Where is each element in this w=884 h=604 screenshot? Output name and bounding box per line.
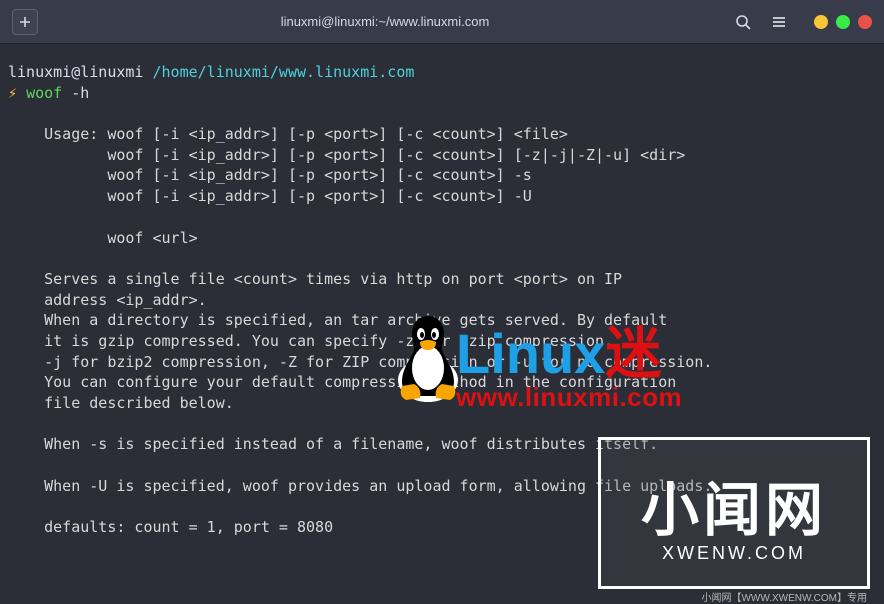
output-line: it is gzip compressed. You can specify -… (8, 332, 613, 350)
menu-icon[interactable] (768, 11, 790, 33)
output-line: woof [-i <ip_addr>] [-p <port>] [-c <cou… (8, 187, 532, 205)
window-title: linuxmi@linuxmi:~/www.linuxmi.com (46, 14, 724, 29)
maximize-button[interactable] (836, 15, 850, 29)
prompt-user: linuxmi@linuxmi (8, 63, 143, 81)
output-line: -j for bzip2 compression, -Z for ZIP com… (8, 353, 712, 371)
output-line: woof [-i <ip_addr>] [-p <port>] [-c <cou… (8, 166, 532, 184)
prompt-bolt-icon: ⚡ (8, 84, 17, 102)
output-line: Serves a single file <count> times via h… (8, 270, 622, 288)
output-line: When a directory is specified, an tar ar… (8, 311, 667, 329)
output-line: woof <url> (8, 229, 198, 247)
close-button[interactable] (858, 15, 872, 29)
minimize-button[interactable] (814, 15, 828, 29)
output-line: When -s is specified instead of a filena… (8, 435, 658, 453)
search-icon[interactable] (732, 11, 754, 33)
output-line: defaults: count = 1, port = 8080 (8, 518, 333, 536)
prompt-path: /home/linuxmi/www.linuxmi.com (153, 63, 415, 81)
output-line: address <ip_addr>. (8, 291, 207, 309)
titlebar: linuxmi@linuxmi:~/www.linuxmi.com (0, 0, 884, 44)
new-tab-button[interactable] (12, 9, 38, 35)
output-line: You can configure your default compressi… (8, 373, 676, 391)
output-line: Usage: woof [-i <ip_addr>] [-p <port>] [… (8, 125, 568, 143)
command: woof (26, 84, 62, 102)
command-args: -h (71, 84, 89, 102)
output-line: woof [-i <ip_addr>] [-p <port>] [-c <cou… (8, 146, 685, 164)
output-line: file described below. (8, 394, 234, 412)
output-line: When -U is specified, woof provides an u… (8, 477, 712, 495)
terminal-output[interactable]: linuxmi@linuxmi /home/linuxmi/www.linuxm… (0, 44, 884, 546)
